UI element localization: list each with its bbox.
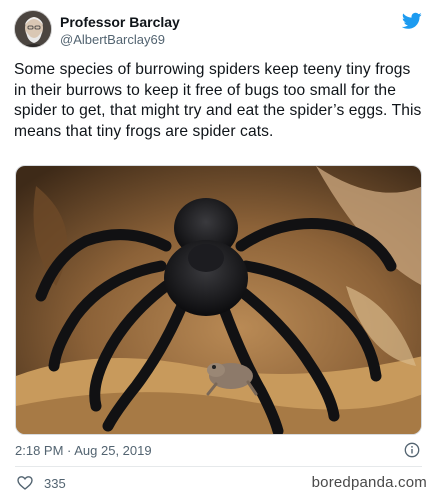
tweet-media-image[interactable] [15, 165, 422, 435]
divider [15, 466, 422, 467]
like-count: 335 [44, 476, 66, 491]
avatar[interactable] [14, 10, 52, 48]
tweet-text: Some species of burrowing spiders keep t… [14, 61, 422, 140]
tweet-timestamp[interactable]: 2:18 PM · Aug 25, 2019 [15, 443, 152, 458]
tweet-card: Professor Barclay @AlbertBarclay69 Some … [0, 0, 437, 500]
author-handle[interactable]: @AlbertBarclay69 [60, 32, 165, 47]
heart-icon[interactable] [17, 475, 33, 491]
author-name[interactable]: Professor Barclay [60, 14, 180, 30]
info-icon[interactable] [404, 442, 420, 458]
avatar-portrait [15, 11, 51, 47]
watermark: boredpanda.com [311, 474, 427, 491]
twitter-bird-icon[interactable] [402, 12, 422, 30]
spider-and-frog-photo [16, 166, 421, 434]
tweet-header: Professor Barclay @AlbertBarclay69 [14, 10, 424, 52]
